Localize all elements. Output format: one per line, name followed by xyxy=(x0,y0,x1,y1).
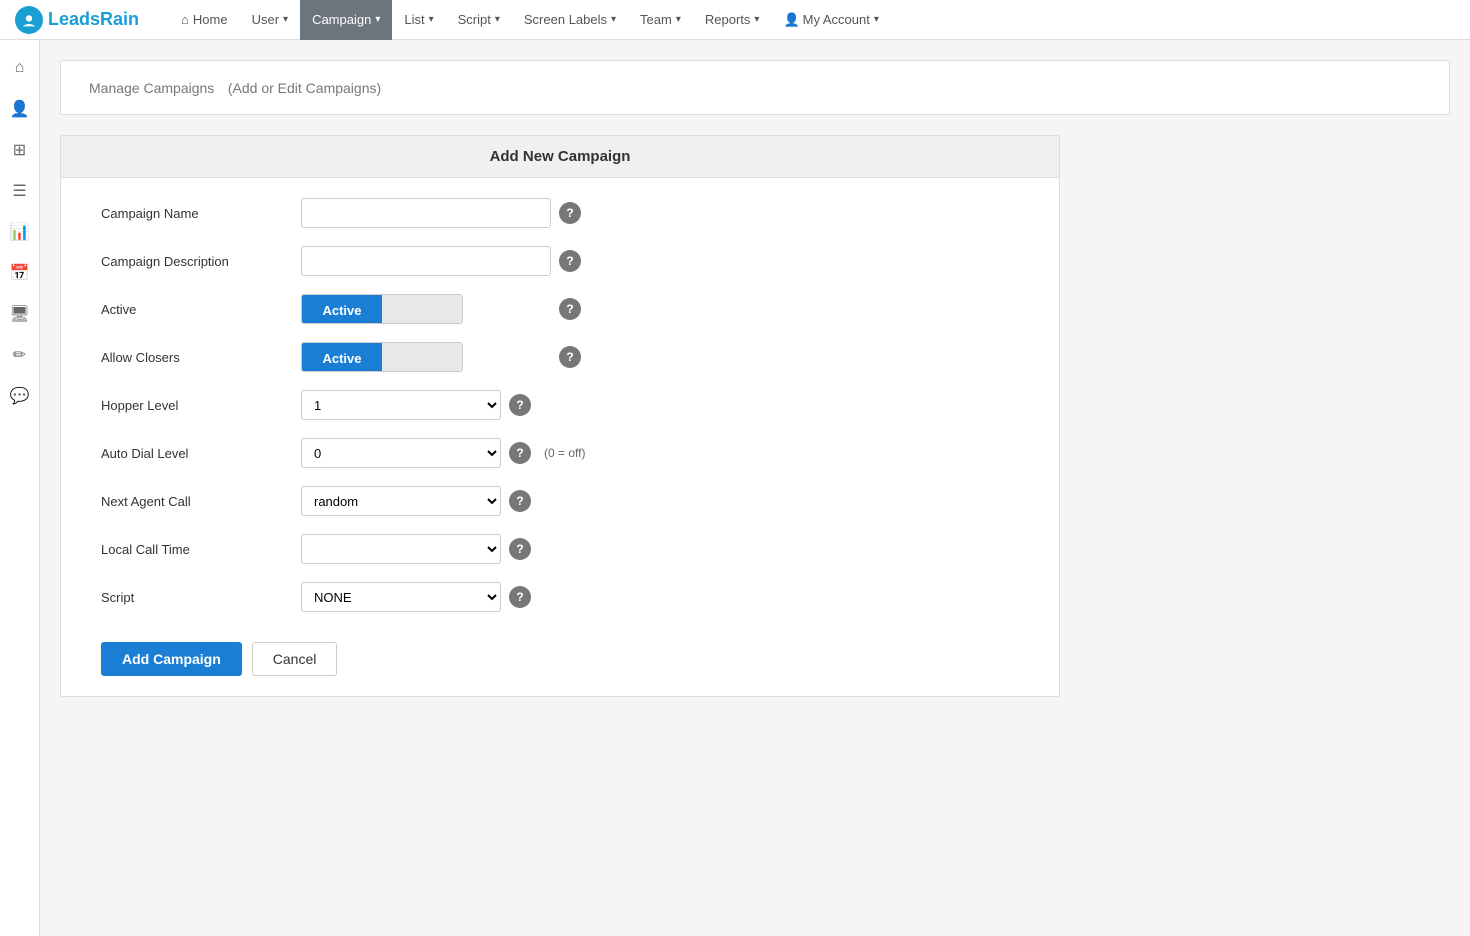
sidebar-chat-icon[interactable]: 💬 xyxy=(2,378,38,414)
user-caret-icon: ▾ xyxy=(283,14,288,25)
account-caret-icon: ▾ xyxy=(874,14,879,25)
campaign-caret-icon: ▾ xyxy=(375,14,380,25)
top-nav: LeadsRain ⌂ Home User ▾ Campaign ▾ List … xyxy=(0,0,1470,40)
nav-script[interactable]: Script ▾ xyxy=(446,0,512,40)
hopper-level-help-btn[interactable]: ? xyxy=(509,394,531,416)
hopper-level-controls: 1 2 3 ? xyxy=(301,390,531,420)
sidebar-monitor-icon[interactable]: 🖥 xyxy=(2,296,38,332)
next-agent-call-select[interactable]: random next_in_order xyxy=(301,486,501,516)
form-panel: Add New Campaign Campaign Name ? Campaig… xyxy=(60,135,1060,697)
team-caret-icon: ▾ xyxy=(676,14,681,25)
active-toggle-on-btn[interactable]: Active xyxy=(302,295,382,324)
brand-icon xyxy=(15,6,43,34)
sidebar-chart-icon[interactable]: 📊 xyxy=(2,214,38,250)
script-label: Script xyxy=(101,590,301,605)
active-help-btn[interactable]: ? xyxy=(559,298,581,320)
allow-closers-toggle-switch: Active xyxy=(301,342,463,372)
nav-reports[interactable]: Reports ▾ xyxy=(693,0,772,40)
script-controls: NONE ? xyxy=(301,582,531,612)
next-agent-call-controls: random next_in_order ? xyxy=(301,486,531,516)
hopper-level-row: Hopper Level 1 2 3 ? xyxy=(101,390,1019,420)
page-header: Manage Campaigns (Add or Edit Campaigns) xyxy=(60,60,1450,115)
form-panel-title: Add New Campaign xyxy=(61,136,1059,178)
campaign-description-help-btn[interactable]: ? xyxy=(559,250,581,272)
add-campaign-button[interactable]: Add Campaign xyxy=(101,642,242,676)
nav-campaign[interactable]: Campaign ▾ xyxy=(300,0,392,40)
local-call-time-select[interactable] xyxy=(301,534,501,564)
local-call-time-help-btn[interactable]: ? xyxy=(509,538,531,560)
auto-dial-level-select[interactable]: 0 1 2 xyxy=(301,438,501,468)
campaign-description-label: Campaign Description xyxy=(101,254,301,269)
nav-home[interactable]: ⌂ Home xyxy=(169,0,240,40)
active-label: Active xyxy=(101,302,301,317)
nav-my-account[interactable]: 👤 My Account ▾ xyxy=(771,0,890,40)
allow-closers-toggle-on-btn[interactable]: Active xyxy=(302,343,382,372)
campaign-name-label: Campaign Name xyxy=(101,206,301,221)
script-row: Script NONE ? xyxy=(101,582,1019,612)
allow-closers-toggle-wrap: Active xyxy=(301,342,551,372)
nav-list[interactable]: List ▾ xyxy=(392,0,445,40)
sidebar-grid-icon[interactable]: ⊞ xyxy=(2,132,38,168)
auto-dial-level-row: Auto Dial Level 0 1 2 ? (0 = off) xyxy=(101,438,1019,468)
campaign-description-input[interactable] xyxy=(301,246,551,276)
active-controls: Active ? xyxy=(301,294,581,324)
nav-team[interactable]: Team ▾ xyxy=(628,0,693,40)
next-agent-call-label: Next Agent Call xyxy=(101,494,301,509)
screen-labels-caret-icon: ▾ xyxy=(611,14,616,25)
hopper-level-select[interactable]: 1 2 3 xyxy=(301,390,501,420)
brand-name: LeadsRain xyxy=(48,9,139,30)
reports-caret-icon: ▾ xyxy=(754,14,759,25)
active-toggle-wrap: Active xyxy=(301,294,551,324)
action-row: Add Campaign Cancel xyxy=(101,642,1019,676)
sidebar: ⌂ 👤 ⊞ ☰ 📊 📅 🖥 ✏ 💬 xyxy=(0,40,40,936)
script-select[interactable]: NONE xyxy=(301,582,501,612)
script-help-btn[interactable]: ? xyxy=(509,586,531,608)
auto-dial-level-label: Auto Dial Level xyxy=(101,446,301,461)
local-call-time-row: Local Call Time ? xyxy=(101,534,1019,564)
allow-closers-controls: Active ? xyxy=(301,342,581,372)
local-call-time-label: Local Call Time xyxy=(101,542,301,557)
next-agent-call-row: Next Agent Call random next_in_order ? xyxy=(101,486,1019,516)
allow-closers-row: Allow Closers Active ? xyxy=(101,342,1019,372)
local-call-time-controls: ? xyxy=(301,534,531,564)
account-person-icon: 👤 xyxy=(783,12,799,28)
sidebar-home-icon[interactable]: ⌂ xyxy=(2,50,38,86)
brand-logo[interactable]: LeadsRain xyxy=(15,6,139,34)
campaign-description-controls: ? xyxy=(301,246,581,276)
active-toggle-off-btn[interactable] xyxy=(382,295,462,324)
active-toggle-switch: Active xyxy=(301,294,463,324)
campaign-name-controls: ? xyxy=(301,198,581,228)
allow-closers-help-btn[interactable]: ? xyxy=(559,346,581,368)
sidebar-list-icon[interactable]: ☰ xyxy=(2,173,38,209)
script-caret-icon: ▾ xyxy=(495,14,500,25)
list-caret-icon: ▾ xyxy=(429,14,434,25)
allow-closers-toggle-off-btn[interactable] xyxy=(382,343,462,372)
next-agent-call-help-btn[interactable]: ? xyxy=(509,490,531,512)
form-body: Campaign Name ? Campaign Description ? A… xyxy=(61,178,1059,696)
nav-screen-labels[interactable]: Screen Labels ▾ xyxy=(512,0,628,40)
campaign-name-input[interactable] xyxy=(301,198,551,228)
campaign-name-row: Campaign Name ? xyxy=(101,198,1019,228)
nav-items: ⌂ Home User ▾ Campaign ▾ List ▾ Script ▾… xyxy=(169,0,1455,40)
auto-dial-hint: (0 = off) xyxy=(544,446,585,460)
auto-dial-level-help-btn[interactable]: ? xyxy=(509,442,531,464)
sidebar-edit-icon[interactable]: ✏ xyxy=(2,337,38,373)
sidebar-user-icon[interactable]: 👤 xyxy=(2,91,38,127)
auto-dial-level-controls: 0 1 2 ? (0 = off) xyxy=(301,438,585,468)
page-title: Manage Campaigns (Add or Edit Campaigns) xyxy=(81,76,1429,99)
campaign-description-row: Campaign Description ? xyxy=(101,246,1019,276)
hopper-level-label: Hopper Level xyxy=(101,398,301,413)
allow-closers-label: Allow Closers xyxy=(101,350,301,365)
nav-user[interactable]: User ▾ xyxy=(240,0,300,40)
active-row: Active Active ? xyxy=(101,294,1019,324)
main-content: Manage Campaigns (Add or Edit Campaigns)… xyxy=(40,40,1470,936)
sidebar-calendar-icon[interactable]: 📅 xyxy=(2,255,38,291)
home-nav-icon: ⌂ xyxy=(181,12,189,27)
campaign-name-help-btn[interactable]: ? xyxy=(559,202,581,224)
cancel-button[interactable]: Cancel xyxy=(252,642,338,676)
